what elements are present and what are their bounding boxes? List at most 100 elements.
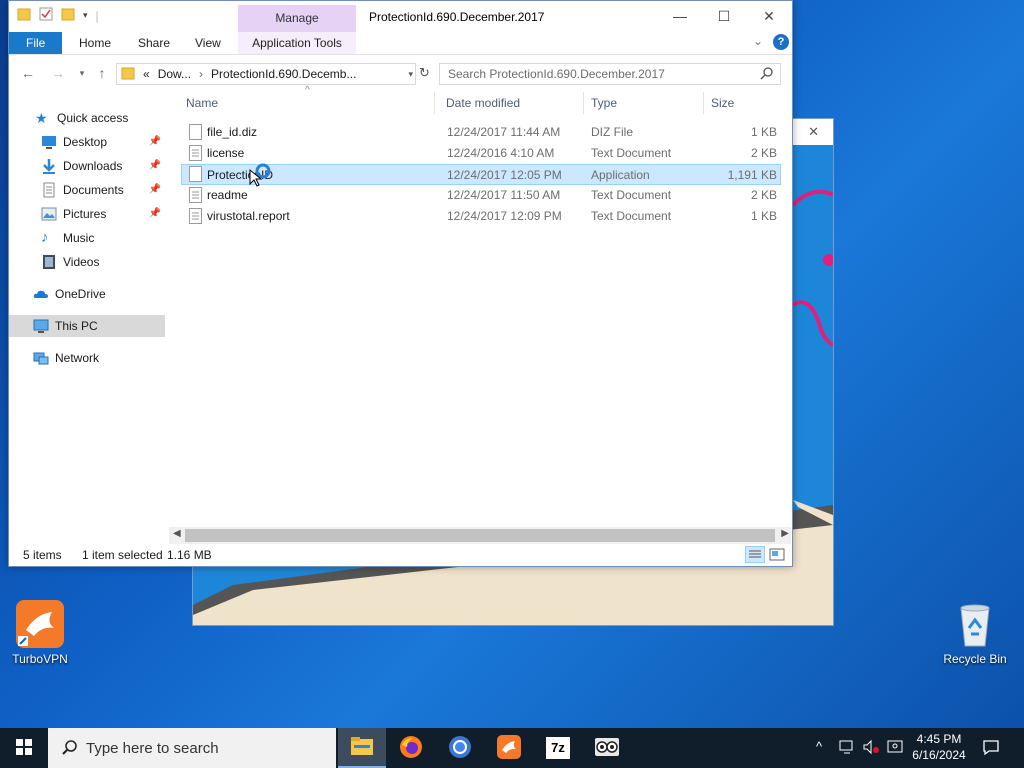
column-header-type[interactable]: Type [584, 92, 704, 114]
taskbar-app-chrome[interactable] [436, 728, 484, 768]
column-header-date[interactable]: Date modified [440, 92, 584, 114]
desktop-icon [41, 134, 57, 150]
taskbar-app-protectionid[interactable] [583, 728, 631, 768]
file-type: Text Document [591, 209, 672, 223]
taskbar-app-turbovpn[interactable] [485, 728, 533, 768]
search-input[interactable]: Search ProtectionId.690.December.2017 [448, 67, 665, 81]
expand-ribbon-chevron-icon[interactable]: ⌄ [753, 34, 763, 48]
close-icon[interactable]: ✕ [808, 124, 819, 140]
column-header-size[interactable]: Size [704, 92, 779, 114]
navigation-bar: ← → ▾ ↑ « Dow... › ProtectionId.690.Dece… [9, 55, 792, 93]
selection-size: 1.16 MB [167, 548, 212, 562]
pin-icon[interactable]: 📌 [149, 155, 161, 177]
maximize-button[interactable]: ☐ [701, 1, 747, 32]
selection-info: 1 item selected [82, 548, 163, 562]
file-row-selected[interactable]: ProtectionID 12/24/2017 12:05 PM Applica… [181, 163, 781, 187]
desktop-icon-turbovpn[interactable]: TurboVPN [0, 600, 80, 666]
search-box[interactable]: Search ProtectionId.690.December.2017 [439, 63, 781, 85]
show-hidden-icons-chevron-icon[interactable]: ^ [816, 739, 822, 754]
address-dropdown-icon[interactable]: ▾ [408, 69, 413, 80]
notification-tray-icon[interactable] [886, 739, 904, 758]
nav-label: This PC [55, 319, 98, 333]
nav-label: Videos [63, 255, 100, 269]
desktop-icon-recycle-bin[interactable]: Recycle Bin [935, 600, 1015, 666]
scrollbar-thumb[interactable] [185, 529, 775, 542]
nav-label: Music [63, 231, 95, 245]
customize-dropdown-icon[interactable]: ▾ [83, 10, 88, 21]
nav-label: Desktop [63, 135, 108, 149]
recent-locations-chevron-icon[interactable]: ▾ [73, 68, 91, 79]
nav-music[interactable]: ♪ Music [9, 227, 165, 249]
title-bar: ▾ | Manage ProtectionId.690.December.201… [9, 1, 792, 32]
forward-arrow-icon[interactable]: → [49, 65, 67, 81]
new-folder-icon[interactable] [61, 7, 75, 24]
taskbar-app-firefox[interactable] [387, 728, 435, 768]
properties-checklist-icon[interactable] [39, 7, 53, 24]
quick-access-toolbar: ▾ | [17, 7, 99, 24]
tab-application-tools[interactable]: Application Tools [238, 32, 356, 54]
nav-label: Quick access [57, 111, 129, 125]
back-arrow-icon[interactable]: ← [19, 65, 37, 81]
search-icon[interactable] [760, 66, 774, 83]
tab-home[interactable]: Home [67, 32, 123, 54]
taskbar-clock[interactable]: 4:45 PM 6/16/2024 [908, 731, 970, 763]
address-segment-current[interactable]: ProtectionId.690.Decemb... [211, 67, 356, 81]
item-count: 5 items [23, 548, 62, 562]
network-tray-icon[interactable] [838, 739, 856, 758]
network-icon [33, 350, 49, 366]
taskbar-app-7zip[interactable]: 7z [534, 728, 582, 768]
nav-documents[interactable]: Documents 📌 [9, 179, 165, 201]
nav-quick-access[interactable]: ★ Quick access [9, 107, 165, 129]
navigation-pane: ★ Quick access Desktop 📌 Downloads 📌 Doc… [9, 92, 165, 532]
manage-context-tab[interactable]: Manage [238, 5, 356, 32]
nav-desktop[interactable]: Desktop 📌 [9, 131, 165, 153]
tab-view[interactable]: View [183, 32, 233, 54]
pin-icon[interactable]: 📌 [149, 179, 161, 201]
pin-icon[interactable]: 📌 [149, 203, 161, 225]
address-segment-downloads[interactable]: Dow... [158, 67, 191, 81]
file-row[interactable]: virustotal.report 12/24/2017 12:09 PM Te… [181, 206, 781, 227]
scroll-left-arrow-icon[interactable]: ◀ [173, 528, 181, 539]
nav-onedrive[interactable]: OneDrive [9, 283, 165, 305]
file-row[interactable]: file_id.diz 12/24/2017 11:44 AM DIZ File… [181, 122, 781, 143]
address-overflow[interactable]: « [143, 67, 150, 81]
nav-downloads[interactable]: Downloads 📌 [9, 155, 165, 177]
minimize-button[interactable]: — [657, 1, 703, 32]
action-center-icon[interactable] [982, 739, 1000, 758]
nav-videos[interactable]: Videos [9, 251, 165, 273]
scroll-right-arrow-icon[interactable]: ▶ [781, 528, 789, 539]
details-view-icon[interactable] [745, 546, 765, 563]
column-header-name[interactable]: Name [181, 92, 435, 114]
taskbar-search-box[interactable]: Type here to search [48, 728, 336, 768]
address-separator[interactable]: › [199, 67, 203, 81]
taskbar-search-input[interactable]: Type here to search [86, 740, 219, 757]
recycle-bin-icon [951, 600, 999, 648]
up-arrow-icon[interactable]: ↑ [93, 65, 111, 81]
folder-icon[interactable] [17, 7, 31, 24]
start-button[interactable] [0, 728, 48, 768]
large-icons-view-icon[interactable] [769, 547, 785, 569]
7zip-icon: 7z [546, 737, 570, 759]
help-icon[interactable]: ? [773, 34, 789, 50]
close-button[interactable]: ✕ [746, 1, 792, 32]
file-explorer-icon [350, 736, 374, 759]
refresh-icon[interactable]: ↻ [419, 65, 430, 81]
desktop-icon-label: TurboVPN [12, 652, 68, 666]
pin-icon[interactable]: 📌 [149, 131, 161, 153]
tab-file[interactable]: File [9, 32, 63, 54]
nav-network[interactable]: Network [9, 347, 165, 369]
file-date: 12/24/2017 11:50 AM [447, 188, 561, 202]
address-bar[interactable]: « Dow... › ProtectionId.690.Decemb... ▾ [116, 63, 416, 85]
nav-this-pc[interactable]: This PC [9, 315, 165, 337]
file-row[interactable]: license 12/24/2016 4:10 AM Text Document… [181, 143, 781, 164]
file-row[interactable]: readme 12/24/2017 11:50 AM Text Document… [181, 185, 781, 206]
file-date: 12/24/2017 12:05 PM [447, 168, 562, 182]
taskbar-app-file-explorer[interactable] [338, 728, 386, 768]
horizontal-scrollbar[interactable]: ◀ ▶ [169, 527, 791, 544]
folder-icon [121, 66, 135, 83]
tab-share[interactable]: Share [126, 32, 182, 54]
pictures-icon [41, 206, 57, 222]
file-explorer-window[interactable]: ▾ | Manage ProtectionId.690.December.201… [8, 0, 793, 567]
nav-pictures[interactable]: Pictures 📌 [9, 203, 165, 225]
volume-muted-icon[interactable] [862, 739, 880, 758]
